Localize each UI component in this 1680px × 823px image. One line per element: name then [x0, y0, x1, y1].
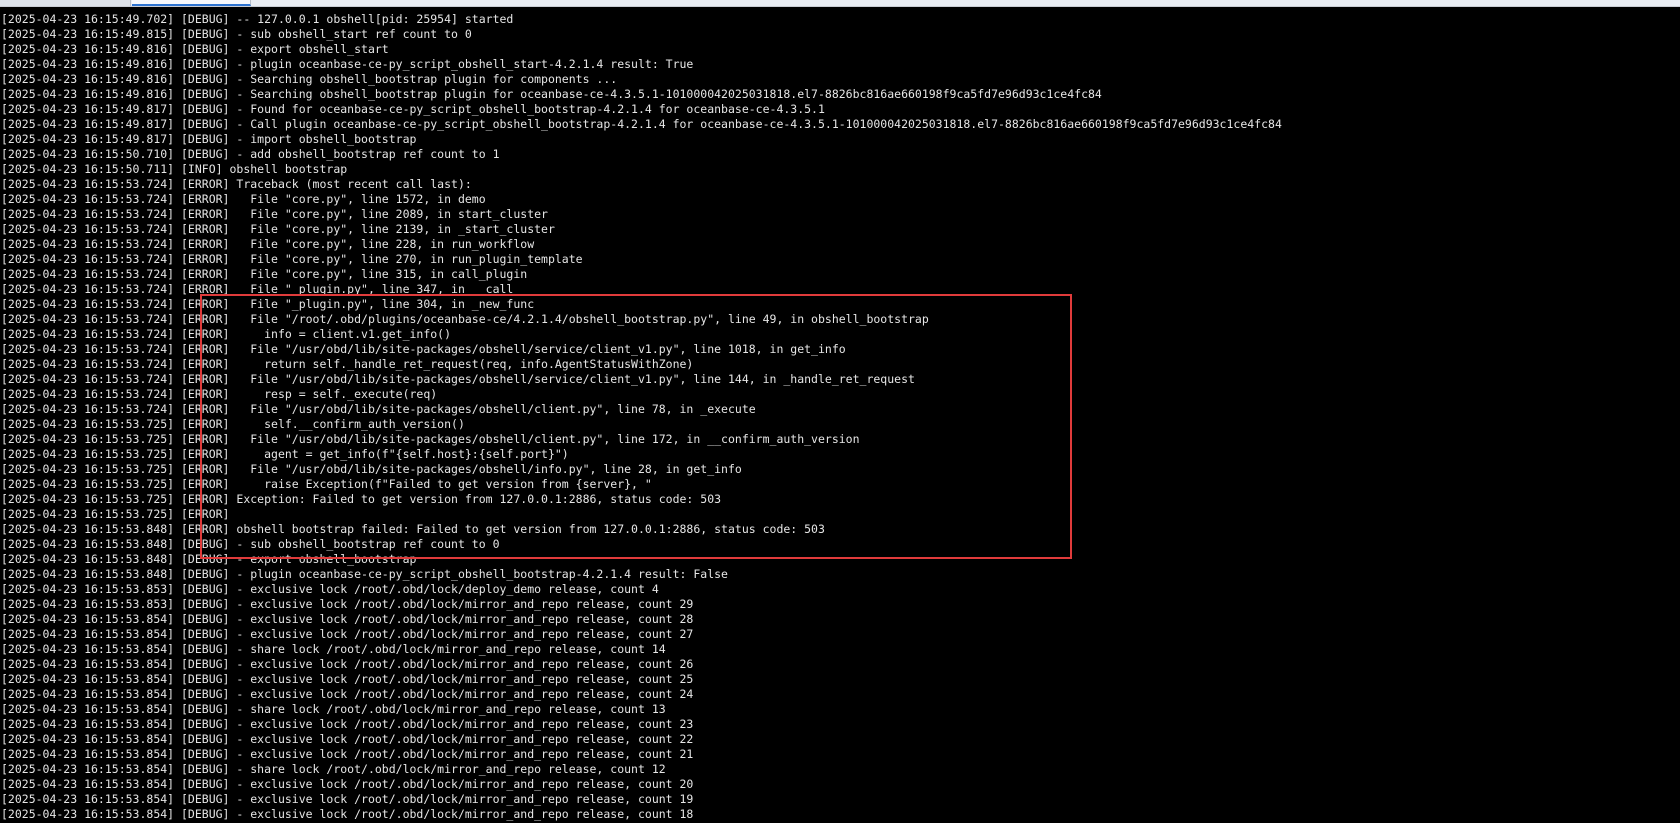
log-line: [2025-04-23 16:15:50.711] [INFO] obshell… — [1, 162, 348, 176]
log-line: [2025-04-23 16:15:53.854] [DEBUG] - excl… — [1, 777, 694, 791]
log-line: [2025-04-23 16:15:53.725] [ERROR] self._… — [1, 417, 465, 431]
log-line: [2025-04-23 16:15:49.815] [DEBUG] - sub … — [1, 27, 472, 41]
log-line: [2025-04-23 16:15:53.853] [DEBUG] - excl… — [1, 582, 659, 596]
log-line: [2025-04-23 16:15:53.854] [DEBUG] - excl… — [1, 747, 694, 761]
log-line: [2025-04-23 16:15:49.817] [DEBUG] - Call… — [1, 117, 1282, 131]
log-line: [2025-04-23 16:15:53.725] [ERROR] agent … — [1, 447, 569, 461]
log-line: [2025-04-23 16:15:53.725] [ERROR] — [1, 507, 230, 521]
log-line: [2025-04-23 16:15:53.725] [ERROR] File "… — [1, 462, 742, 476]
log-line: [2025-04-23 16:15:53.854] [DEBUG] - excl… — [1, 792, 694, 806]
log-line: [2025-04-23 16:15:49.816] [DEBUG] - plug… — [1, 57, 694, 71]
log-line: [2025-04-23 16:15:53.854] [DEBUG] - shar… — [1, 702, 666, 716]
log-line: [2025-04-23 16:15:49.816] [DEBUG] - Sear… — [1, 72, 618, 86]
log-line: [2025-04-23 16:15:53.848] [DEBUG] - sub … — [1, 537, 500, 551]
log-line: [2025-04-23 16:15:53.724] [ERROR] File "… — [1, 312, 929, 326]
log-line: [2025-04-23 16:15:53.854] [DEBUG] - shar… — [1, 642, 666, 656]
log-line: [2025-04-23 16:15:53.848] [DEBUG] - expo… — [1, 552, 417, 566]
log-line: [2025-04-23 16:15:49.817] [DEBUG] - Foun… — [1, 102, 825, 116]
log-line: [2025-04-23 16:15:53.854] [DEBUG] - excl… — [1, 672, 694, 686]
log-line: [2025-04-23 16:15:49.816] [DEBUG] - Sear… — [1, 87, 1102, 101]
log-line: [2025-04-23 16:15:53.854] [DEBUG] - excl… — [1, 732, 694, 746]
log-line: [2025-04-23 16:15:49.817] [DEBUG] - impo… — [1, 132, 417, 146]
log-line: [2025-04-23 16:15:53.725] [ERROR] File "… — [1, 432, 860, 446]
log-line: [2025-04-23 16:15:53.724] [ERROR] File "… — [1, 342, 846, 356]
log-line: [2025-04-23 16:15:53.724] [ERROR] info =… — [1, 327, 452, 341]
log-line: [2025-04-23 16:15:53.854] [DEBUG] - excl… — [1, 657, 694, 671]
log-line: [2025-04-23 16:15:53.848] [ERROR] obshel… — [1, 522, 825, 536]
log-line: [2025-04-23 16:15:53.854] [DEBUG] - excl… — [1, 627, 694, 641]
log-line: [2025-04-23 16:15:53.724] [ERROR] File "… — [1, 222, 555, 236]
log-line: [2025-04-23 16:15:53.724] [ERROR] File "… — [1, 282, 528, 296]
log-line: [2025-04-23 16:15:53.854] [DEBUG] - excl… — [1, 717, 694, 731]
log-line: [2025-04-23 16:15:53.724] [ERROR] Traceb… — [1, 177, 472, 191]
terminal-tab-active[interactable] — [132, 0, 251, 6]
log-line: [2025-04-23 16:15:49.816] [DEBUG] - expo… — [1, 42, 389, 56]
log-line: [2025-04-23 16:15:53.854] [DEBUG] - excl… — [1, 612, 694, 626]
log-line: [2025-04-23 16:15:53.724] [ERROR] File "… — [1, 372, 915, 386]
log-line: [2025-04-23 16:15:53.725] [ERROR] raise … — [1, 477, 652, 491]
log-line: [2025-04-23 16:15:49.702] [DEBUG] -- 127… — [1, 12, 514, 26]
log-line: [2025-04-23 16:15:53.724] [ERROR] File "… — [1, 252, 583, 266]
terminal-output[interactable]: [2025-04-23 16:15:49.702] [DEBUG] -- 127… — [0, 12, 1680, 823]
log-line: [2025-04-23 16:15:53.853] [DEBUG] - excl… — [1, 597, 694, 611]
terminal-tab-bar — [0, 0, 1680, 7]
log-line: [2025-04-23 16:15:53.724] [ERROR] File "… — [1, 192, 486, 206]
log-line: [2025-04-23 16:15:53.724] [ERROR] File "… — [1, 267, 528, 281]
log-line: [2025-04-23 16:15:50.710] [DEBUG] - add … — [1, 147, 500, 161]
log-line: [2025-04-23 16:15:53.724] [ERROR] File "… — [1, 402, 756, 416]
log-line: [2025-04-23 16:15:53.854] [DEBUG] - shar… — [1, 762, 666, 776]
log-line: [2025-04-23 16:15:53.724] [ERROR] return… — [1, 357, 694, 371]
log-line: [2025-04-23 16:15:53.724] [ERROR] File "… — [1, 237, 535, 251]
log-line: [2025-04-23 16:15:53.724] [ERROR] resp =… — [1, 387, 438, 401]
log-line: [2025-04-23 16:15:53.848] [DEBUG] - plug… — [1, 567, 728, 581]
log-line: [2025-04-23 16:15:53.724] [ERROR] File "… — [1, 207, 548, 221]
log-line: [2025-04-23 16:15:53.854] [DEBUG] - excl… — [1, 807, 694, 821]
log-line: [2025-04-23 16:15:53.724] [ERROR] File "… — [1, 297, 535, 311]
log-line: [2025-04-23 16:15:53.725] [ERROR] Except… — [1, 492, 722, 506]
terminal-tab[interactable] — [0, 0, 131, 6]
log-line: [2025-04-23 16:15:53.854] [DEBUG] - excl… — [1, 687, 694, 701]
